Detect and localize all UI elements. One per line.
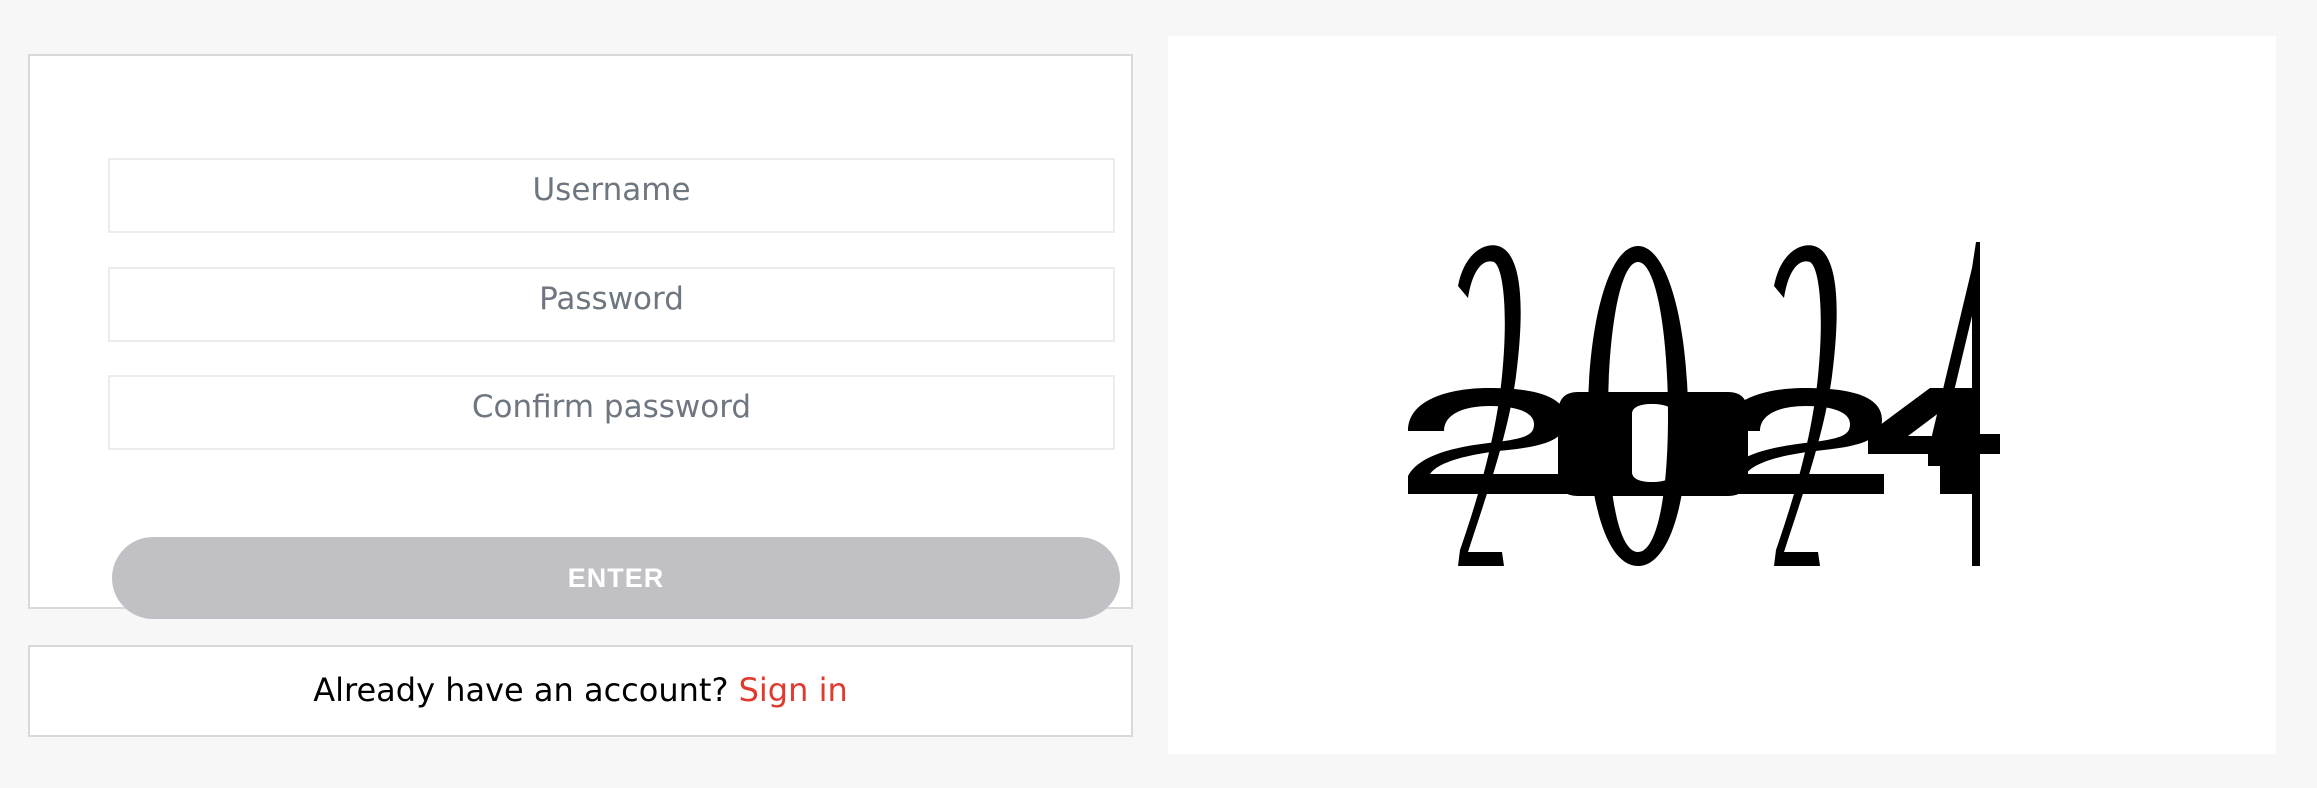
captcha-glyphs xyxy=(1408,242,2000,566)
signup-card: SIGN UP ENTER xyxy=(28,54,1133,619)
captcha-panel xyxy=(1168,36,2276,754)
signin-card: Already have an account? Sign in xyxy=(28,645,1133,737)
password-field[interactable] xyxy=(108,267,1115,342)
captcha-image xyxy=(1408,242,2000,566)
enter-button[interactable]: ENTER xyxy=(112,537,1120,619)
username-field[interactable] xyxy=(108,158,1115,233)
signin-link[interactable]: Sign in xyxy=(739,671,848,709)
confirm-password-field[interactable] xyxy=(108,375,1115,450)
signin-prompt: Already have an account? xyxy=(313,671,739,709)
